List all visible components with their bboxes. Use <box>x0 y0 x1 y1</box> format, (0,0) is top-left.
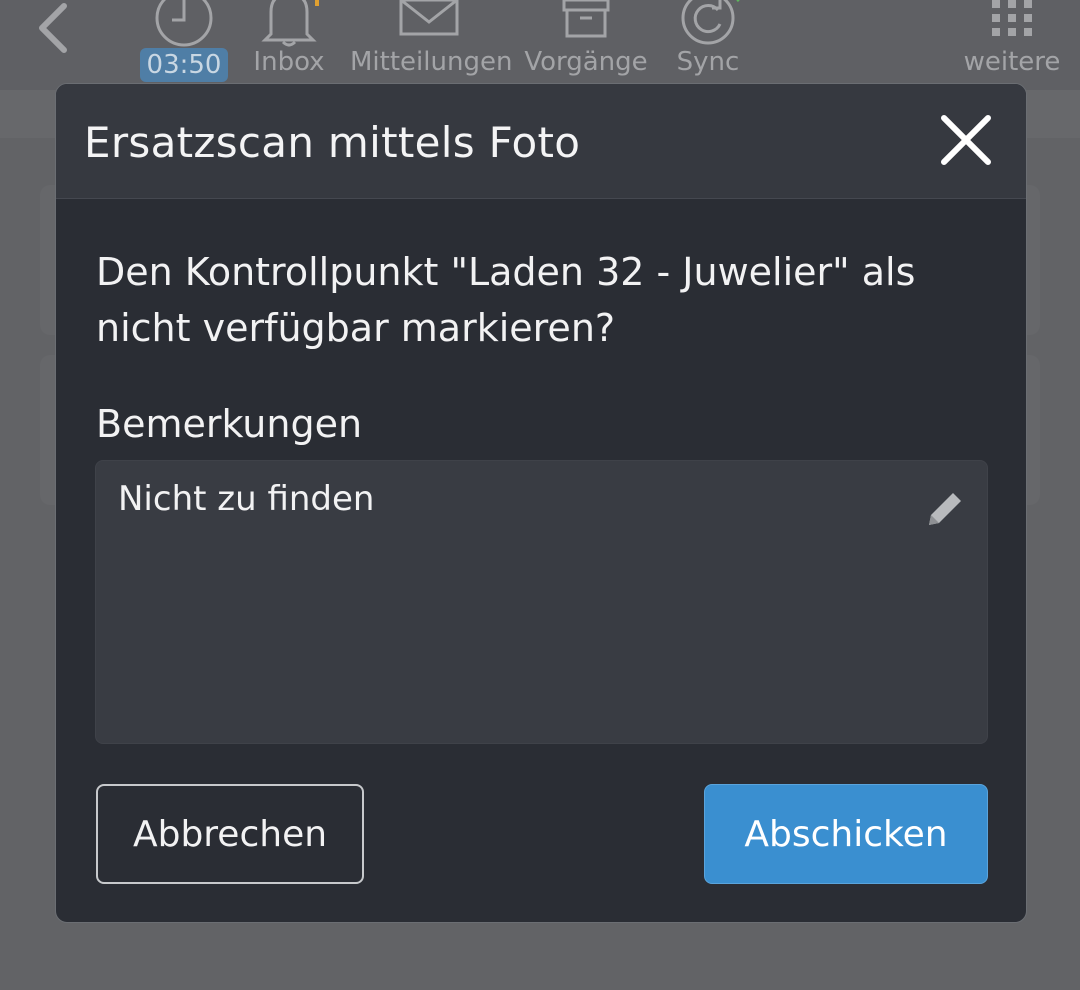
close-button[interactable] <box>936 110 996 170</box>
nav-label-inbox: Inbox <box>253 47 325 77</box>
bell-icon <box>261 0 319 47</box>
dialog-title: Ersatzscan mittels Foto <box>84 118 581 167</box>
cancel-button[interactable]: Abbrechen <box>96 784 364 884</box>
clock-icon <box>155 0 213 47</box>
nav-item-sync[interactable]: Sync <box>665 0 751 90</box>
remarks-field[interactable] <box>95 460 988 744</box>
back-button[interactable] <box>30 0 78 60</box>
nav-label-mitteilungen: Mitteilungen <box>350 47 513 77</box>
submit-button[interactable]: Abschicken <box>704 784 988 884</box>
chevron-left-icon <box>39 3 67 53</box>
dialog-question: Den Kontrollpunkt "Laden 32 - Juwelier" … <box>96 250 916 350</box>
sync-icon <box>681 0 740 45</box>
pencil-icon <box>929 493 961 525</box>
timer-badge: 03:50 <box>140 48 228 82</box>
envelope-icon <box>399 0 459 36</box>
remarks-input[interactable] <box>118 479 898 719</box>
nav-label-sync: Sync <box>676 47 740 77</box>
nav-item-weitere[interactable]: weitere <box>962 0 1062 90</box>
dialog-header: Ersatzscan mittels Foto <box>56 84 1026 199</box>
confirm-dialog: Ersatzscan mittels Foto Den Kontrollpunk… <box>55 83 1027 923</box>
top-navigation-bar: 03:50 Inbox Mitteilungen Vorgänge Sync w… <box>0 0 1080 138</box>
archive-box-icon <box>562 0 610 38</box>
nav-item-inbox[interactable]: Inbox <box>245 0 333 90</box>
nav-label-vorgaenge: Vorgänge <box>524 47 648 77</box>
nav-label-weitere: weitere <box>963 47 1061 77</box>
close-icon <box>941 115 991 165</box>
remarks-label: Bemerkungen <box>96 402 363 446</box>
nav-item-vorgaenge[interactable]: Vorgänge <box>524 0 648 90</box>
grid-icon <box>992 0 1032 36</box>
nav-item-mitteilungen[interactable]: Mitteilungen <box>350 0 513 90</box>
